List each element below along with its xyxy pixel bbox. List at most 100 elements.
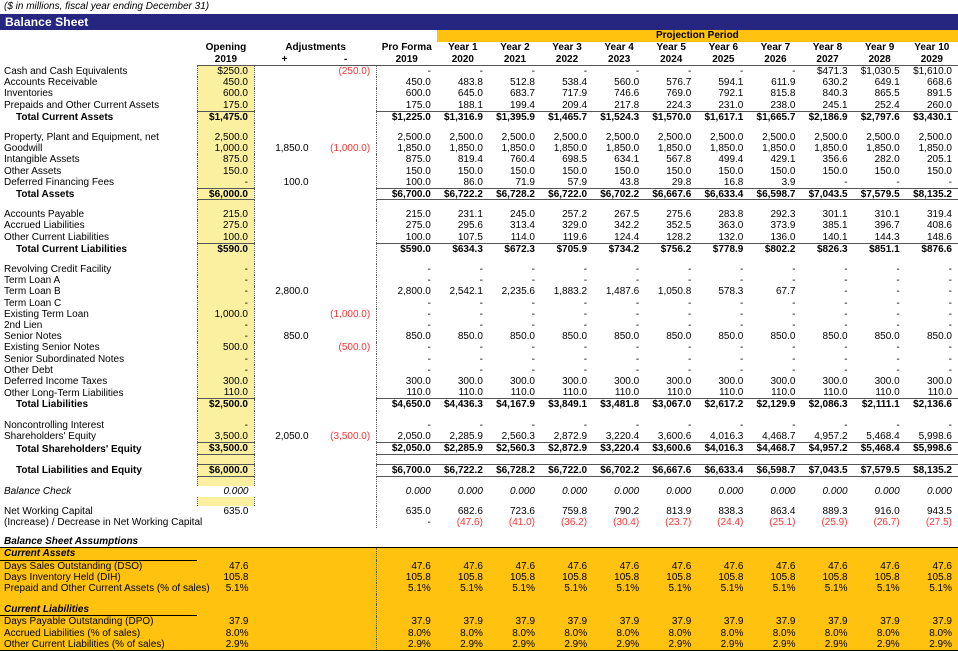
cell-adjustment-minus[interactable] <box>315 77 377 88</box>
cell-adjustment-plus[interactable] <box>254 443 314 455</box>
cell-adjustment-plus[interactable] <box>254 275 314 286</box>
cell-opening[interactable]: - <box>196 364 255 377</box>
cell-adjustment-minus[interactable] <box>315 331 377 342</box>
cell-opening[interactable]: 1,000.0 <box>196 143 255 155</box>
cell-opening[interactable]: $3,500.0 <box>196 442 255 456</box>
cell-opening[interactable]: - <box>196 320 255 332</box>
cell-adjustment-minus[interactable] <box>315 486 377 497</box>
cell-opening[interactable]: 3,500.0 <box>196 430 255 444</box>
cell-adjustment-minus[interactable] <box>315 275 377 286</box>
cell-opening[interactable]: 275.0 <box>196 220 255 232</box>
cell-opening[interactable]: 1,000.0 <box>196 308 255 321</box>
cell-opening[interactable]: 450.0 <box>196 77 255 89</box>
cell-opening[interactable]: 150.0 <box>196 165 255 177</box>
cell-adjustment-minus[interactable] <box>315 320 377 331</box>
cell-adjustment-plus[interactable] <box>254 365 314 376</box>
cell-opening[interactable]: 300.0 <box>196 376 255 388</box>
cell-adjustment-minus[interactable] <box>315 506 377 517</box>
cell-adjustment-minus[interactable] <box>315 286 377 297</box>
cell-adjustment-plus[interactable] <box>254 298 314 309</box>
cell-adjustment-plus[interactable] <box>254 66 314 78</box>
cell-adjustment-plus[interactable] <box>254 309 314 320</box>
cell-opening[interactable]: - <box>196 353 255 365</box>
cell-opening[interactable]: - <box>196 286 255 298</box>
cell-opening[interactable]: 600.0 <box>196 88 255 100</box>
cell-adjustment-plus[interactable] <box>254 376 314 387</box>
cell-adjustment-plus[interactable] <box>254 320 314 331</box>
cell-adjustment-minus[interactable] <box>315 517 377 528</box>
cell-adjustment-minus[interactable] <box>315 365 377 376</box>
cell-adjustment-plus[interactable] <box>254 88 314 99</box>
assumption-cell-opening[interactable]: 47.6 <box>197 560 255 572</box>
cell-adjustment-minus[interactable] <box>315 465 377 477</box>
cell-adjustment-plus[interactable] <box>254 220 314 231</box>
cell-adjustment-minus[interactable] <box>315 100 377 112</box>
cell-adjustment-minus[interactable] <box>315 88 377 99</box>
cell-adjustment-minus[interactable]: (3,500.0) <box>315 431 377 443</box>
assumption-cell-opening[interactable]: 8.0% <box>197 627 255 639</box>
cell-opening[interactable]: 2,500.0 <box>196 132 255 144</box>
cell-adjustment-plus[interactable] <box>254 420 314 431</box>
cell-adjustment-plus[interactable] <box>254 342 314 353</box>
cell-opening[interactable]: 875.0 <box>196 154 255 166</box>
cell-opening[interactable]: - <box>196 419 255 431</box>
cell-opening[interactable]: - <box>196 176 255 190</box>
cell-opening[interactable]: 215.0 <box>196 209 255 221</box>
cell-adjustment-plus[interactable]: 2,800.0 <box>254 286 314 297</box>
cell-adjustment-plus[interactable] <box>254 517 314 528</box>
cell-adjustment-plus[interactable] <box>254 154 314 165</box>
cell-adjustment-minus[interactable]: (1,000.0) <box>315 143 377 154</box>
assumption-cell-opening[interactable]: 37.9 <box>197 615 255 628</box>
cell-opening[interactable]: 500.0 <box>196 342 255 354</box>
cell-adjustment-plus[interactable]: 850.0 <box>254 331 314 342</box>
cell-adjustment-plus[interactable] <box>254 264 314 275</box>
cell-opening[interactable]: - <box>196 264 255 276</box>
assumption-cell-opening[interactable]: 2.9% <box>197 638 255 651</box>
cell-opening[interactable]: - <box>196 331 255 343</box>
cell-adjustment-minus[interactable]: (500.0) <box>315 342 377 353</box>
cell-adjustment-minus[interactable] <box>315 189 377 201</box>
cell-adjustment-plus[interactable] <box>254 189 314 201</box>
cell-opening[interactable]: 175.0 <box>196 99 255 112</box>
cell-adjustment-plus[interactable]: 2,050.0 <box>254 431 314 443</box>
cell-adjustment-minus[interactable]: (250.0) <box>315 66 377 78</box>
cell-opening[interactable]: $6,000.0 <box>196 188 255 201</box>
assumption-cell-opening[interactable]: 105.8 <box>197 571 255 583</box>
cell-opening[interactable]: $2,500.0 <box>196 398 255 411</box>
cell-adjustment-minus[interactable] <box>315 298 377 309</box>
cell-adjustment-minus[interactable] <box>315 232 377 244</box>
cell-adjustment-plus[interactable] <box>254 354 314 365</box>
cell-adjustment-plus[interactable] <box>254 132 314 143</box>
cell-adjustment-plus[interactable]: 1,850.0 <box>254 143 314 154</box>
cell-opening[interactable]: 110.0 <box>196 387 255 400</box>
cell-adjustment-minus[interactable] <box>315 387 377 399</box>
cell-adjustment-minus[interactable] <box>315 443 377 455</box>
cell-opening[interactable]: $6,000.0 <box>196 464 255 477</box>
cell-adjustment-minus[interactable] <box>315 220 377 231</box>
cell-adjustment-plus[interactable] <box>254 166 314 177</box>
cell-adjustment-plus[interactable]: 100.0 <box>254 177 314 189</box>
cell-adjustment-minus[interactable] <box>315 354 377 365</box>
cell-adjustment-plus[interactable] <box>254 232 314 244</box>
cell-adjustment-minus[interactable] <box>315 376 377 387</box>
cell-adjustment-minus[interactable] <box>315 154 377 165</box>
cell-adjustment-minus[interactable] <box>315 166 377 177</box>
cell-adjustment-minus[interactable] <box>315 177 377 189</box>
cell-adjustment-plus[interactable] <box>254 486 314 497</box>
cell-adjustment-minus[interactable] <box>315 243 377 255</box>
cell-opening[interactable]: $590.0 <box>196 242 255 256</box>
cell-adjustment-minus[interactable] <box>315 399 377 411</box>
cell-opening[interactable]: $1,475.0 <box>196 110 255 124</box>
cell-adjustment-minus[interactable]: (1,000.0) <box>315 309 377 320</box>
cell-adjustment-plus[interactable] <box>254 243 314 255</box>
cell-adjustment-minus[interactable] <box>315 420 377 431</box>
cell-opening[interactable]: - <box>196 275 255 287</box>
cell-adjustment-plus[interactable] <box>254 465 314 477</box>
cell-adjustment-plus[interactable] <box>254 506 314 517</box>
cell-opening[interactable]: $250.0 <box>196 65 255 78</box>
cell-adjustment-plus[interactable] <box>254 209 314 220</box>
cell-adjustment-plus[interactable] <box>254 111 314 123</box>
cell-adjustment-minus[interactable] <box>315 132 377 143</box>
cell-opening[interactable]: - <box>196 297 255 309</box>
cell-adjustment-minus[interactable] <box>315 264 377 275</box>
